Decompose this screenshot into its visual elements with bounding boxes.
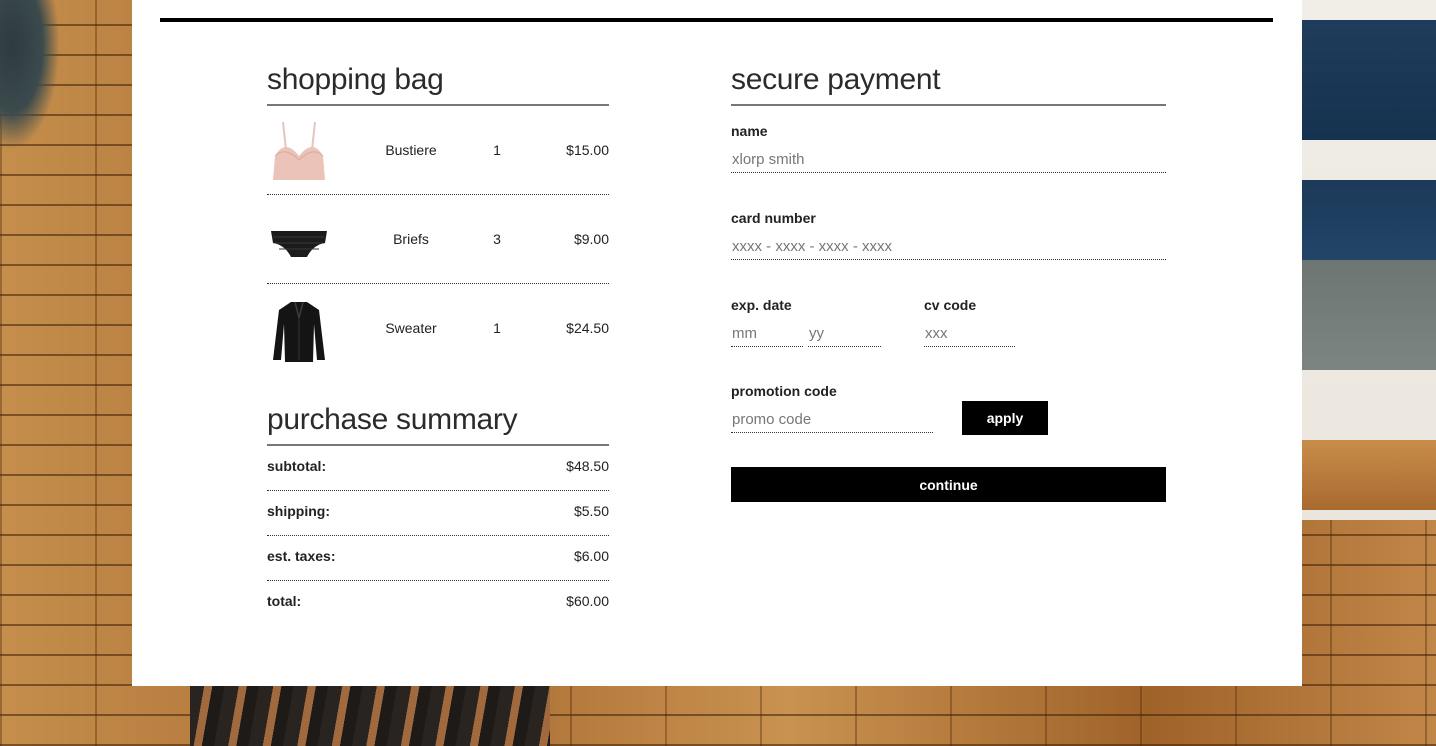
card-number-input[interactable] [731, 233, 1166, 260]
summary-label: est. taxes: [267, 548, 336, 564]
top-divider [160, 18, 1273, 22]
summary-row-taxes: est. taxes: $6.00 [267, 536, 609, 581]
purchase-summary: purchase summary subtotal: $48.50 shippi… [267, 402, 609, 625]
bag-item-qty: 1 [493, 142, 501, 158]
exp-year-input[interactable] [808, 320, 881, 347]
purchase-summary-title: purchase summary [267, 402, 609, 446]
secure-payment-title: secure payment [731, 62, 1166, 106]
bag-item-qty: 1 [493, 320, 501, 336]
bag-item-name: Bustiere [385, 142, 437, 158]
cv-code-label: cv code [924, 297, 977, 313]
summary-label: total: [267, 593, 302, 609]
bag-item-name: Briefs [393, 231, 429, 247]
summary-row-subtotal: subtotal: $48.50 [267, 446, 609, 491]
bag-item-row: Briefs 3 $9.00 [267, 195, 609, 284]
bag-item-name: Sweater [385, 320, 437, 336]
promo-code-input[interactable] [731, 406, 933, 433]
checkout-panel: shopping bag Bustiere 1 $15.00 Briefs 3 … [132, 0, 1302, 686]
summary-row-shipping: shipping: $5.50 [267, 491, 609, 536]
summary-value: $48.50 [566, 458, 609, 474]
briefs-icon [269, 209, 329, 275]
exp-date-label: exp. date [731, 297, 792, 313]
background-hangers [190, 686, 550, 746]
exp-month-input[interactable] [731, 320, 803, 347]
apply-button[interactable]: apply [962, 401, 1048, 435]
background-folded-clothes [1302, 260, 1436, 370]
summary-row-total: total: $60.00 [267, 581, 609, 625]
summary-label: shipping: [267, 503, 330, 519]
bag-item-row: Bustiere 1 $15.00 [267, 106, 609, 195]
background-folded-clothes [1302, 20, 1436, 140]
background-garment [0, 0, 60, 150]
summary-value: $5.50 [573, 503, 609, 519]
summary-label: subtotal: [267, 458, 327, 474]
bag-item-row: Sweater 1 $24.50 [267, 284, 609, 372]
name-label: name [731, 123, 768, 139]
continue-button[interactable]: continue [731, 467, 1166, 502]
summary-value: $60.00 [566, 593, 609, 609]
bag-item-price: $24.50 [566, 320, 609, 336]
name-input[interactable] [731, 146, 1166, 173]
payment-column: secure payment name card number exp. dat… [731, 62, 1166, 502]
cv-code-input[interactable] [924, 320, 1015, 347]
bag-item-price: $9.00 [573, 231, 609, 247]
background-table-edge [1302, 440, 1436, 510]
sweater-icon [269, 298, 329, 364]
summary-value: $6.00 [573, 548, 609, 564]
promotion-code-label: promotion code [731, 383, 837, 399]
shopping-bag-title: shopping bag [267, 62, 609, 106]
bustier-icon [269, 120, 329, 186]
card-number-label: card number [731, 210, 816, 226]
bag-item-price: $15.00 [566, 142, 609, 158]
left-column: shopping bag Bustiere 1 $15.00 Briefs 3 … [267, 62, 609, 625]
bag-item-qty: 3 [493, 231, 501, 247]
